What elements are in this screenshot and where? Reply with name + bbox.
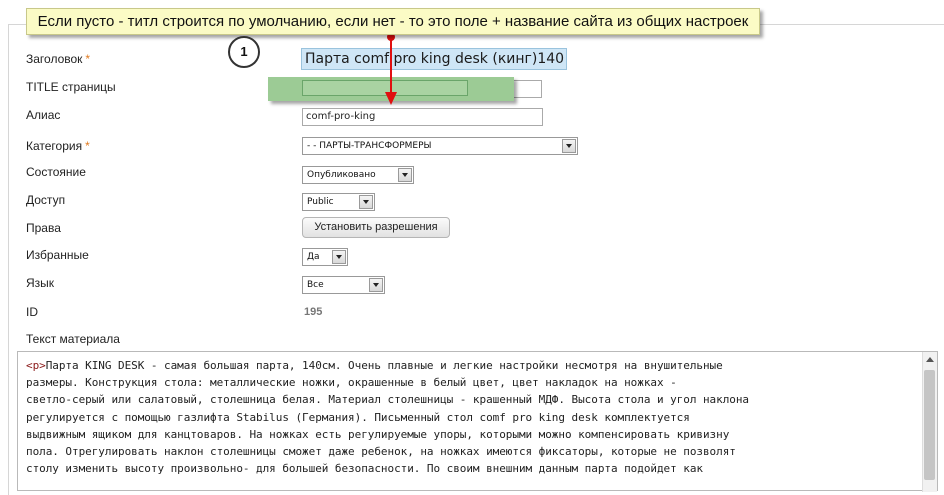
chevron-down-icon [562, 139, 576, 153]
featured-select[interactable]: Да [302, 248, 348, 266]
state-value: Опубликовано [307, 170, 376, 180]
state-select[interactable]: Опубликовано [302, 166, 414, 184]
category-value: - - ПАРТЫ-ТРАНСФОРМЕРЫ [307, 141, 432, 151]
content-label: Текст материала [26, 332, 120, 346]
required-mark: * [85, 139, 90, 153]
editor-line-text: столу изменить высоту произвольно- для б… [26, 462, 703, 476]
highlight-overlay-field [302, 80, 468, 96]
editor-line-text: регулируется с помощью газлифта Stabilus… [26, 410, 690, 424]
editor-line-text: пола. Отрегулировать наклон столешницы с… [26, 445, 736, 459]
chevron-down-icon [359, 195, 373, 209]
content-editor-text[interactable]: <p>Парта KING DESK - самая большая парта… [26, 357, 916, 477]
editor-line: столу изменить высоту произвольно- для б… [26, 460, 916, 477]
access-select[interactable]: Public [302, 193, 375, 211]
editor-line: светло-серый или салатовый, столешница б… [26, 391, 916, 408]
alias-label: Алиас [26, 108, 61, 122]
highlight-overlay [268, 77, 514, 101]
chevron-down-icon [332, 250, 346, 264]
editor-line: регулируется с помощью газлифта Stabilus… [26, 409, 916, 426]
editor-line-text: размеры. Конструкция стола: металлически… [26, 376, 677, 390]
access-label: Доступ [26, 193, 66, 207]
id-label: ID [26, 305, 38, 319]
editor-line-text: Парта KING DESK - самая большая парта, 1… [45, 359, 723, 372]
permissions-label: Права [26, 221, 61, 235]
html-tag: <p> [26, 359, 46, 372]
category-select[interactable]: - - ПАРТЫ-ТРАНСФОРМЕРЫ [302, 137, 578, 155]
language-select[interactable]: Все [302, 276, 385, 294]
featured-label: Избранные [26, 248, 89, 262]
annotation-banner: Если пусто - титл строится по умолчанию,… [26, 8, 760, 35]
access-value: Public [307, 197, 334, 207]
scroll-thumb[interactable] [924, 370, 935, 480]
state-label: Состояние [26, 165, 86, 179]
page-title-label: TITLE страницы [26, 80, 116, 94]
editor-scrollbar[interactable] [922, 352, 937, 492]
editor-line-text: выдвижным ящиком для канцтоваров. На нож… [26, 427, 730, 441]
chevron-down-icon [369, 278, 383, 292]
editor-line: пола. Отрегулировать наклон столешницы с… [26, 443, 916, 460]
chevron-down-icon [398, 168, 412, 182]
content-editor[interactable]: <p>Парта KING DESK - самая большая парта… [17, 351, 938, 492]
alias-input[interactable]: comf-pro-king [302, 108, 543, 126]
featured-value: Да [307, 252, 320, 262]
title-input[interactable]: Парта comf pro king desk (кинг)140 см [301, 48, 567, 70]
editor-line: выдвижным ящиком для канцтоваров. На нож… [26, 426, 916, 443]
language-value: Все [307, 280, 324, 290]
required-mark: * [85, 52, 91, 66]
editor-line-text: светло-серый или салатовый, столешница б… [26, 393, 749, 407]
editor-line: <p>Парта KING DESK - самая большая парта… [26, 357, 916, 374]
language-label: Язык [26, 276, 55, 290]
title-label: Заголовок * [26, 52, 91, 66]
callout-number: 1 [228, 36, 260, 68]
set-permissions-button[interactable]: Установить разрешения [302, 217, 450, 238]
category-label: Категория * [26, 139, 90, 153]
id-value: 195 [304, 306, 323, 318]
scroll-up-icon[interactable] [926, 357, 934, 362]
editor-line: размеры. Конструкция стола: металлически… [26, 374, 916, 391]
